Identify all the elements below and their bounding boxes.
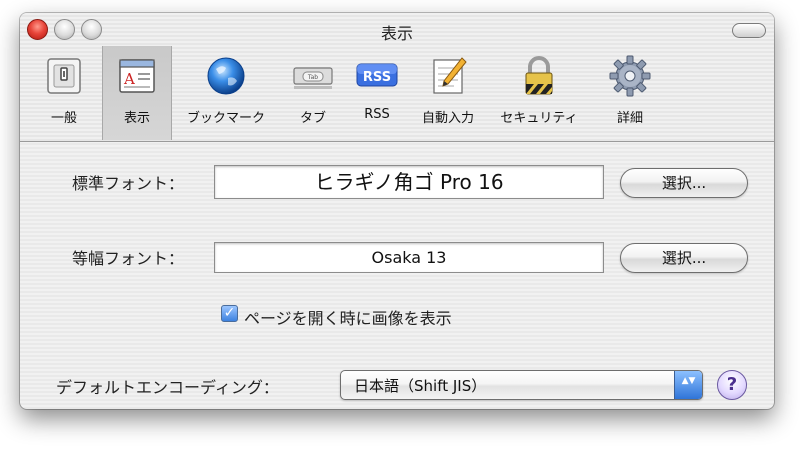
tab-bookmarks[interactable]: ブックマーク	[174, 46, 278, 140]
toolbar-toggle-button[interactable]	[732, 23, 766, 38]
appearance-icon: A	[119, 59, 155, 93]
appearance-pane: 標準フォント： ヒラギノ角ゴ Pro 16 選択... 等幅フォント： Osak…	[20, 142, 774, 409]
tab-advanced[interactable]: 詳細	[592, 46, 668, 140]
encoding-popup-value: 日本語（Shift JIS）	[354, 377, 487, 395]
tab-icon: Tab	[293, 67, 333, 89]
tab-badge-text: Tab	[307, 74, 318, 81]
general-switch-icon	[47, 58, 81, 94]
tab-security-label: セキュリティ	[500, 111, 578, 126]
preferences-window: 表示 一般 A 表示 ブックマーク Tab タブ RSS RSS 自動入力 セキ…	[20, 13, 774, 409]
tab-rss-label: RSS	[364, 107, 390, 122]
window-title: 表示	[380, 24, 413, 43]
fixed-font-field: Osaka 13	[214, 242, 604, 273]
show-images-checkbox[interactable]: ✓	[221, 305, 238, 322]
standard-font-label: 標準フォント：	[72, 174, 185, 193]
tab-tabs[interactable]: Tab タブ	[280, 46, 346, 140]
svg-text:A: A	[123, 70, 135, 88]
globe-icon	[207, 57, 245, 95]
gear-icon	[609, 55, 651, 97]
tab-advanced-label: 詳細	[616, 111, 643, 126]
fixed-font-label: 等幅フォント：	[72, 249, 185, 268]
tab-general-label: 一般	[50, 111, 77, 126]
lock-icon	[525, 56, 553, 95]
tab-autofill[interactable]: 自動入力	[410, 46, 486, 140]
popup-arrows-icon: ▲▼	[674, 371, 702, 399]
rss-badge-text: RSS	[363, 70, 391, 85]
tab-tabs-label: タブ	[299, 111, 326, 126]
tab-rss[interactable]: RSS RSS	[346, 46, 408, 140]
preferences-toolbar: 一般 A 表示 ブックマーク Tab タブ RSS RSS 自動入力 セキュリテ…	[20, 46, 774, 140]
autofill-pencil-icon	[433, 57, 467, 94]
tab-general[interactable]: 一般	[28, 46, 100, 140]
tab-appearance-label: 表示	[123, 111, 150, 126]
tab-bookmarks-label: ブックマーク	[186, 111, 265, 126]
default-encoding-label: デフォルトエンコーディング：	[56, 378, 279, 397]
fixed-font-select-button[interactable]: 選択...	[620, 243, 748, 273]
title-bar: 表示 一般 A 表示 ブックマーク Tab タブ RSS RSS 自動入力 セキ…	[20, 13, 774, 142]
rss-icon: RSS	[356, 63, 398, 87]
help-button[interactable]: ?	[717, 370, 747, 400]
tab-autofill-label: 自動入力	[421, 111, 474, 126]
tab-security[interactable]: セキュリティ	[488, 46, 590, 140]
show-images-label: ページを開く時に画像を表示	[244, 309, 452, 328]
encoding-popup[interactable]: 日本語（Shift JIS） ▲▼	[340, 370, 703, 400]
standard-font-select-button[interactable]: 選択...	[620, 168, 748, 198]
tab-appearance[interactable]: A 表示	[102, 46, 172, 140]
standard-font-field: ヒラギノ角ゴ Pro 16	[214, 165, 604, 199]
